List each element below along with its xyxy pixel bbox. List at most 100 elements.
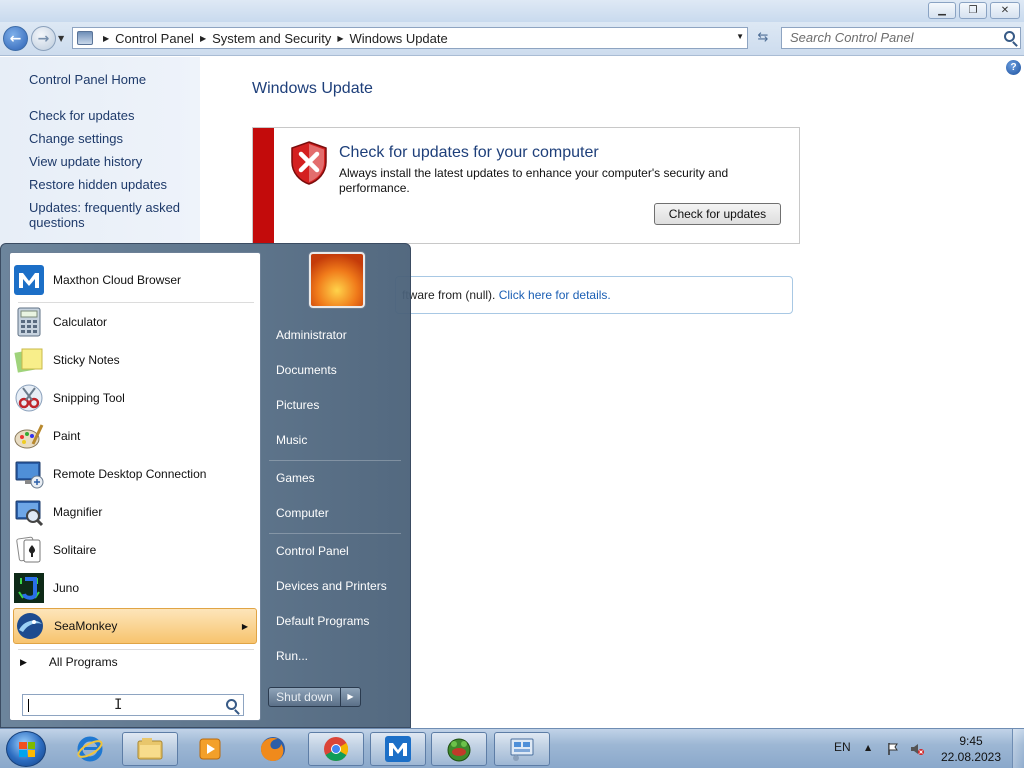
mouse-cursor-ibeam-icon: I xyxy=(114,697,123,713)
taskbar-frog-app[interactable] xyxy=(431,732,487,766)
breadcrumb-system-and-security[interactable]: System and Security xyxy=(212,31,331,46)
media-player-icon xyxy=(199,738,221,760)
control-panel-icon xyxy=(510,738,534,761)
shutdown-button[interactable]: Shut down xyxy=(268,687,341,707)
back-arrow-icon: ← xyxy=(9,30,22,47)
start-item-seamonkey[interactable]: SeaMonkey ▶ xyxy=(13,608,257,644)
sidebar-link-restore-hidden-updates[interactable]: Restore hidden updates xyxy=(29,177,194,192)
breadcrumb-chevron-icon[interactable]: ▶ xyxy=(200,34,206,43)
maxthon-icon xyxy=(14,265,44,295)
start-right-pictures[interactable]: Pictures xyxy=(276,398,406,412)
address-dropdown-icon[interactable]: ▼ xyxy=(736,32,744,41)
start-item-paint[interactable]: Paint xyxy=(13,418,257,454)
sidebar-link-change-settings[interactable]: Change settings xyxy=(29,131,194,146)
submenu-arrow-icon[interactable]: ▶ xyxy=(242,622,248,631)
taskbar-control-panel[interactable] xyxy=(494,732,550,766)
start-right-administrator[interactable]: Administrator xyxy=(276,328,406,342)
start-item-label: SeaMonkey xyxy=(54,619,118,633)
start-right-devices-printers[interactable]: Devices and Printers xyxy=(276,579,406,593)
start-right-run[interactable]: Run... xyxy=(276,649,406,663)
taskbar: EN ▲ 9:45 22.08.2023 xyxy=(0,728,1024,768)
start-right-computer[interactable]: Computer xyxy=(276,506,406,520)
info-text: ftware from (null). xyxy=(402,288,496,302)
sidebar-link-faq[interactable]: Updates: frequently asked questions xyxy=(29,200,194,230)
start-item-snipping-tool[interactable]: Snipping Tool xyxy=(13,380,257,416)
clock-time[interactable]: 9:45 xyxy=(940,734,1002,748)
start-item-label: Paint xyxy=(53,429,81,443)
alert-heading: Check for updates for your computer xyxy=(339,144,599,161)
breadcrumb-control-panel[interactable]: Control Panel xyxy=(115,31,194,46)
taskbar-internet-explorer[interactable] xyxy=(62,732,118,766)
breadcrumb-windows-update[interactable]: Windows Update xyxy=(349,31,447,46)
start-search-input[interactable] xyxy=(22,694,244,716)
security-shield-error-icon xyxy=(291,141,327,185)
start-item-solitaire[interactable]: Solitaire xyxy=(13,532,257,568)
search-placeholder: Search Control Panel xyxy=(790,30,914,45)
start-item-label: Maxthon Cloud Browser xyxy=(53,273,182,287)
breadcrumb-chevron-icon[interactable]: ▶ xyxy=(337,34,343,43)
start-right-games[interactable]: Games xyxy=(276,471,406,485)
control-panel-folder-icon xyxy=(77,31,93,45)
start-item-label: Juno xyxy=(53,581,80,595)
refresh-icon: ⇆ xyxy=(757,30,769,45)
minimize-button[interactable]: ▁ xyxy=(928,2,956,19)
windows-explorer-icon xyxy=(137,738,163,760)
forward-arrow-icon: → xyxy=(37,30,50,47)
all-programs-button[interactable]: ▶ All Programs xyxy=(20,655,118,669)
sidebar-link-check-for-updates[interactable]: Check for updates xyxy=(29,108,194,123)
taskbar-chrome[interactable] xyxy=(308,732,364,766)
action-center-flag-icon[interactable] xyxy=(886,742,900,756)
taskbar-windows-explorer[interactable] xyxy=(122,732,178,766)
frog-app-icon xyxy=(447,738,471,762)
title-bar: ▁ ❐ ✕ xyxy=(0,0,1024,22)
search-icon[interactable] xyxy=(1004,31,1015,42)
taskbar-media-player[interactable] xyxy=(182,732,238,766)
update-alert-panel: Check for updates for your computer Alwa… xyxy=(252,127,800,244)
search-icon[interactable] xyxy=(226,699,237,710)
check-for-updates-button[interactable]: Check for updates xyxy=(654,203,781,225)
sticky-notes-icon xyxy=(14,348,43,373)
show-desktop-button[interactable] xyxy=(1012,729,1024,768)
control-panel-home-link[interactable]: Control Panel Home xyxy=(29,72,194,87)
back-button[interactable]: ← xyxy=(3,26,28,51)
show-hidden-icons-button[interactable]: ▲ xyxy=(865,743,871,752)
start-item-juno[interactable]: Juno xyxy=(13,570,257,606)
navigation-bar: ← → ▼ ▶ Control Panel ▶ System and Secur… xyxy=(0,22,1024,56)
snipping-tool-icon xyxy=(15,384,43,412)
start-item-label: Magnifier xyxy=(53,505,103,519)
start-right-documents[interactable]: Documents xyxy=(276,363,406,377)
refresh-button[interactable]: ⇆ xyxy=(752,27,774,49)
start-item-sticky-notes[interactable]: Sticky Notes xyxy=(13,342,257,378)
start-item-label: Solitaire xyxy=(53,543,97,557)
start-item-remote-desktop[interactable]: Remote Desktop Connection xyxy=(13,456,257,492)
start-button[interactable] xyxy=(6,731,46,767)
breadcrumb-chevron-icon[interactable]: ▶ xyxy=(103,34,109,43)
start-item-calculator[interactable]: Calculator xyxy=(13,304,257,340)
start-right-control-panel[interactable]: Control Panel xyxy=(276,544,406,558)
recent-pages-dropdown[interactable]: ▼ xyxy=(58,34,64,43)
search-input[interactable]: Search Control Panel xyxy=(781,27,1021,49)
forward-button[interactable]: → xyxy=(31,26,56,51)
window-controls: ▁ ❐ ✕ xyxy=(928,2,1020,19)
help-icon[interactable]: ? xyxy=(1006,60,1021,75)
start-item-maxthon[interactable]: Maxthon Cloud Browser xyxy=(13,262,257,298)
start-item-magnifier[interactable]: Magnifier xyxy=(13,494,257,530)
close-button[interactable]: ✕ xyxy=(990,2,1020,19)
all-programs-arrow-icon: ▶ xyxy=(20,656,27,667)
taskbar-firefox[interactable] xyxy=(245,732,301,766)
internet-explorer-icon xyxy=(77,736,103,762)
start-right-music[interactable]: Music xyxy=(276,433,406,447)
start-right-default-programs[interactable]: Default Programs xyxy=(276,614,406,628)
volume-muted-icon[interactable] xyxy=(910,742,924,756)
info-message: ftware from (null). Click here for detai… xyxy=(395,276,793,314)
maxthon-icon xyxy=(385,736,411,762)
language-indicator[interactable]: EN xyxy=(834,740,851,754)
taskbar-maxthon[interactable] xyxy=(370,732,426,766)
sidebar-link-view-update-history[interactable]: View update history xyxy=(29,154,194,169)
clock-date[interactable]: 22.08.2023 xyxy=(940,750,1002,764)
details-link[interactable]: Click here for details. xyxy=(499,288,611,302)
user-avatar[interactable] xyxy=(309,252,365,308)
address-bar[interactable]: ▶ Control Panel ▶ System and Security ▶ … xyxy=(72,27,748,49)
maximize-button[interactable]: ❐ xyxy=(959,2,987,19)
shutdown-options-button[interactable]: ▶ xyxy=(341,687,361,707)
